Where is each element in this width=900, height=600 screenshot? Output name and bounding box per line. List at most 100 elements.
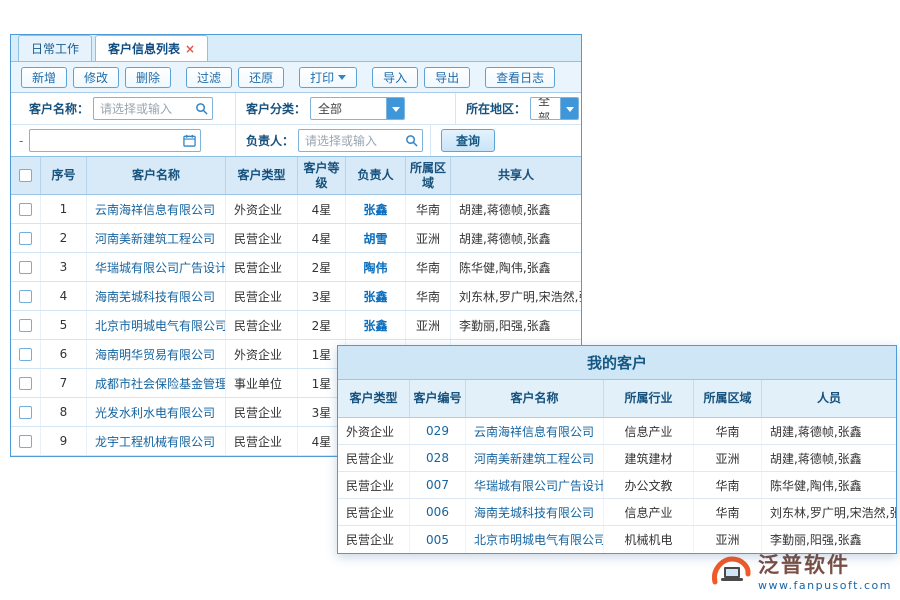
tab-bar: 日常工作 客户信息列表 × [11,35,581,62]
tab-daily-work[interactable]: 日常工作 [18,35,92,61]
customer-code-link[interactable]: 007 [410,472,466,498]
view-log-button-label: 查看日志 [496,69,544,86]
date-input[interactable] [36,134,183,148]
customer-name-link[interactable]: 河南美新建筑工程公司 [87,224,226,252]
edit-button[interactable]: 修改 [73,67,119,88]
customer-type-cell: 民营企业 [338,445,410,471]
header-shared-people[interactable]: 共享人 [451,157,581,194]
my-customer-row[interactable]: 民营企业 006 海南芜城科技有限公司 信息产业 华南 刘东林,罗广明,宋浩然,… [338,499,896,526]
export-button[interactable]: 导出 [424,67,470,88]
customer-code-link[interactable]: 005 [410,526,466,553]
customer-name-link[interactable]: 海南明华贸易有限公司 [87,340,226,368]
customer-name-link[interactable]: 华瑞城有限公司广告设计部 [466,472,604,498]
charge-person-input[interactable] [305,134,405,148]
customer-code-link[interactable]: 029 [410,418,466,444]
customer-type-cell: 外资企业 [226,195,298,223]
header-customer-name[interactable]: 客户名称 [87,157,226,194]
new-button[interactable]: 新增 [21,67,67,88]
search-icon[interactable] [405,134,418,147]
charge-person-link[interactable]: 张鑫 [346,282,406,310]
customer-name-input[interactable] [100,102,195,116]
dialog-title: 我的客户 [338,346,896,380]
header-industry[interactable]: 所属行业 [604,380,694,417]
table-row[interactable]: 3 华瑞城有限公司广告设计部 民营企业 2星 陶伟 华南 陈华健,陶伟,张鑫 [11,253,581,282]
print-button[interactable]: 打印 [299,67,357,88]
customer-name-link[interactable]: 云南海祥信息有限公司 [87,195,226,223]
header-staff[interactable]: 人员 [762,380,896,417]
customer-name-link[interactable]: 北京市明城电气有限公司 [466,526,604,553]
header-customer-type[interactable]: 客户类型 [226,157,298,194]
restore-button[interactable]: 还原 [238,67,284,88]
edit-button-label: 修改 [84,69,108,86]
row-checkbox[interactable] [19,203,32,216]
row-checkbox[interactable] [19,348,32,361]
row-checkbox[interactable] [19,406,32,419]
area-select[interactable]: 全部 [530,97,579,120]
charge-person-link[interactable]: 胡雪 [346,224,406,252]
charge-person-link[interactable]: 张鑫 [346,311,406,339]
my-customer-row[interactable]: 民营企业 007 华瑞城有限公司广告设计部 办公文教 华南 陈华健,陶伟,张鑫 [338,472,896,499]
header-customer-code[interactable]: 客户编号 [410,380,466,417]
row-checkbox[interactable] [19,290,32,303]
table-header: 序号 客户名称 客户类型 客户等级 负责人 所属区域 共享人 [11,157,581,195]
header-region[interactable]: 所属区域 [694,380,762,417]
select-all-checkbox[interactable] [19,169,32,182]
view-log-button[interactable]: 查看日志 [485,67,555,88]
dropdown-arrow-icon[interactable] [386,98,404,119]
customer-code-link[interactable]: 028 [410,445,466,471]
checkbox-cell [11,195,41,223]
shared-people-cell: 陈华健,陶伟,张鑫 [451,253,581,281]
delete-button[interactable]: 删除 [125,67,171,88]
table-row[interactable]: 1 云南海祥信息有限公司 外资企业 4星 张鑫 华南 胡建,蒋德帧,张鑫 [11,195,581,224]
row-checkbox[interactable] [19,435,32,448]
staff-cell: 胡建,蒋德帧,张鑫 [762,445,896,471]
header-customer-name[interactable]: 客户名称 [466,380,604,417]
row-checkbox[interactable] [19,261,32,274]
query-button[interactable]: 查询 [441,129,495,152]
calendar-icon[interactable] [183,134,196,147]
table-row[interactable]: 2 河南美新建筑工程公司 民营企业 4星 胡雪 亚洲 胡建,蒋德帧,张鑫 [11,224,581,253]
header-customer-type[interactable]: 客户类型 [338,380,410,417]
row-checkbox[interactable] [19,377,32,390]
customer-name-link[interactable]: 光发水利水电有限公司 [87,398,226,426]
customer-level-cell: 2星 [298,311,346,339]
header-charge-person[interactable]: 负责人 [346,157,406,194]
my-customer-row[interactable]: 民营企业 028 河南美新建筑工程公司 建筑建材 亚洲 胡建,蒋德帧,张鑫 [338,445,896,472]
row-checkbox[interactable] [19,319,32,332]
customer-name-link[interactable]: 海南芜城科技有限公司 [466,499,604,525]
customer-name-link[interactable]: 北京市明城电气有限公司 [87,311,226,339]
customer-name-link[interactable]: 海南芜城科技有限公司 [87,282,226,310]
customer-name-link[interactable]: 成都市社会保险基金管理... [87,369,226,397]
dialog-table-header: 客户类型 客户编号 客户名称 所属行业 所属区域 人员 [338,380,896,418]
table-row[interactable]: 4 海南芜城科技有限公司 民营企业 3星 张鑫 华南 刘东林,罗广明,宋浩然,张… [11,282,581,311]
tab-customer-list[interactable]: 客户信息列表 × [95,35,208,61]
customer-type-cell: 民营企业 [338,499,410,525]
customer-type-cell: 民营企业 [338,472,410,498]
charge-person-link[interactable]: 陶伟 [346,253,406,281]
header-customer-level[interactable]: 客户等级 [298,157,346,194]
header-region[interactable]: 所属区域 [406,157,451,194]
region-cell: 亚洲 [694,445,762,471]
my-customer-row[interactable]: 民营企业 005 北京市明城电气有限公司 机械机电 亚洲 李勤丽,阳强,张鑫 [338,526,896,553]
customer-category-select[interactable]: 全部 [310,97,405,120]
import-button[interactable]: 导入 [372,67,418,88]
search-icon[interactable] [195,102,208,115]
close-icon[interactable]: × [185,43,195,55]
industry-cell: 信息产业 [604,418,694,444]
row-checkbox[interactable] [19,232,32,245]
charge-person-link[interactable]: 张鑫 [346,195,406,223]
my-customer-row[interactable]: 外资企业 029 云南海祥信息有限公司 信息产业 华南 胡建,蒋德帧,张鑫 [338,418,896,445]
table-row[interactable]: 5 北京市明城电气有限公司 民营企业 2星 张鑫 亚洲 李勤丽,阳强,张鑫 [11,311,581,340]
dropdown-arrow-icon[interactable] [560,98,578,119]
customer-code-link[interactable]: 006 [410,499,466,525]
customer-name-link[interactable]: 河南美新建筑工程公司 [466,445,604,471]
customer-name-link[interactable]: 龙宇工程机械有限公司 [87,427,226,455]
customer-level-cell: 4星 [298,195,346,223]
seq-cell: 2 [41,224,87,252]
customer-name-link[interactable]: 云南海祥信息有限公司 [466,418,604,444]
filter-button[interactable]: 过滤 [186,67,232,88]
header-seq[interactable]: 序号 [41,157,87,194]
customer-name-link[interactable]: 华瑞城有限公司广告设计部 [87,253,226,281]
customer-type-cell: 外资企业 [338,418,410,444]
region-cell: 华南 [694,472,762,498]
